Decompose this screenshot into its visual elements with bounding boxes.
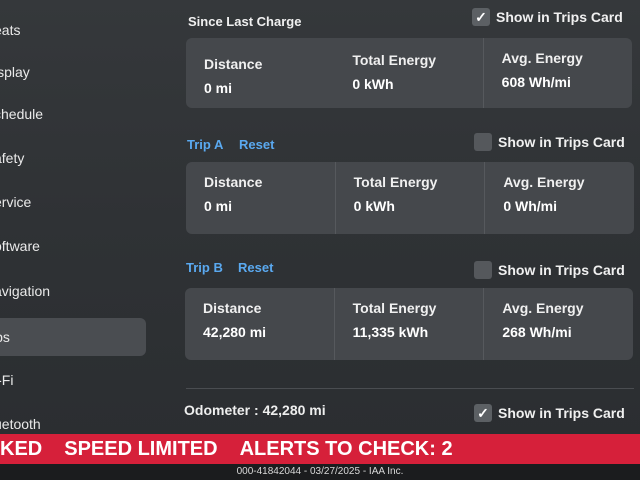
odometer-show-toggle[interactable]: ✓ Show in Trips Card	[474, 404, 625, 422]
alert-banner[interactable]: KED SPEED LIMITED ALERTS TO CHECK: 2	[0, 434, 640, 464]
distance-cell: Distance 0 mi	[186, 38, 334, 108]
watermark-footer: 000-41842044 - 03/27/2025 - IAA Inc.	[0, 464, 640, 480]
divider	[186, 388, 634, 389]
trip-a-panel: Distance 0 mi Total Energy 0 kWh Avg. En…	[186, 162, 634, 234]
since-last-charge-panel: Distance 0 mi Total Energy 0 kWh Avg. En…	[186, 38, 632, 108]
settings-sidebar: eats isplay chedule afety ervice oftware…	[0, 0, 160, 440]
avg-energy-cell: Avg. Energy 608 Wh/mi	[482, 38, 632, 108]
checkbox[interactable]: ✓	[472, 8, 490, 26]
since-last-charge-title: Since Last Charge	[188, 14, 302, 29]
banner-text-speed-limited: SPEED LIMITED	[64, 437, 218, 460]
distance-label: Distance	[204, 56, 263, 72]
trip-a-reset-button[interactable]: Reset	[239, 137, 274, 152]
checkbox[interactable]	[474, 261, 492, 279]
trip-b-show-toggle[interactable]: Show in Trips Card	[474, 261, 625, 279]
sidebar-item-software[interactable]: oftware	[0, 228, 144, 264]
distance-label: Distance	[203, 300, 262, 316]
trip-a-show-toggle[interactable]: Show in Trips Card	[474, 133, 625, 151]
checkbox[interactable]: ✓	[474, 404, 492, 422]
distance-value: 42,280 mi	[203, 324, 267, 340]
total-energy-value: 0 kWh	[353, 198, 395, 214]
distance-label: Distance	[204, 174, 263, 190]
total-energy-label: Total Energy	[352, 52, 437, 68]
total-energy-value: 0 kWh	[352, 76, 394, 92]
trips-screen: eats isplay chedule afety ervice oftware…	[0, 0, 640, 440]
avg-energy-value: 0 Wh/mi	[503, 198, 558, 214]
banner-text-locked: KED	[0, 437, 43, 460]
distance-value: 0 mi	[204, 198, 233, 214]
total-energy-label: Total Energy	[352, 300, 437, 316]
sidebar-item-navigation[interactable]: avigation	[0, 273, 144, 309]
distance-value: 0 mi	[204, 80, 233, 96]
checkmark-icon: ✓	[475, 8, 487, 25]
sidebar-item-service[interactable]: ervice	[0, 184, 144, 220]
avg-energy-cell: Avg. Energy 0 Wh/mi	[484, 162, 634, 234]
avg-energy-value: 268 Wh/mi	[502, 324, 572, 340]
show-in-trips-card-label: Show in Trips Card	[498, 405, 625, 421]
sidebar-item-schedule[interactable]: chedule	[0, 96, 144, 132]
show-in-trips-card-label: Show in Trips Card	[498, 262, 625, 278]
trip-b-panel: Distance 42,280 mi Total Energy 11,335 k…	[185, 288, 633, 360]
total-energy-label: Total Energy	[353, 174, 438, 190]
avg-energy-value: 608 Wh/mi	[501, 74, 571, 90]
trip-b-title: Trip B	[186, 260, 223, 275]
sidebar-item-trips[interactable]: ips	[0, 318, 146, 356]
sidebar-item-safety[interactable]: afety	[0, 140, 144, 176]
banner-text-alerts: ALERTS TO CHECK: 2	[239, 437, 453, 460]
checkmark-icon: ✓	[477, 404, 489, 421]
total-energy-cell: Total Energy 0 kWh	[334, 162, 485, 234]
total-energy-value: 11,335 kWh	[352, 324, 429, 340]
sidebar-item-display[interactable]: isplay	[0, 54, 144, 90]
avg-energy-label: Avg. Energy	[503, 174, 585, 190]
distance-cell: Distance 42,280 mi	[185, 288, 334, 360]
odometer-readout: Odometer : 42,280 mi	[184, 402, 326, 418]
show-in-trips-card-label: Show in Trips Card	[498, 134, 625, 150]
sidebar-item-wifi[interactable]: i-Fi	[0, 362, 144, 398]
distance-cell: Distance 0 mi	[186, 162, 335, 234]
total-energy-cell: Total Energy 0 kWh	[334, 38, 482, 108]
avg-energy-label: Avg. Energy	[502, 300, 584, 316]
avg-energy-label: Avg. Energy	[501, 50, 583, 66]
trip-b-reset-button[interactable]: Reset	[238, 260, 273, 275]
total-energy-cell: Total Energy 11,335 kWh	[333, 288, 484, 360]
sidebar-item-seats[interactable]: eats	[0, 12, 144, 48]
since-last-charge-show-toggle[interactable]: ✓ Show in Trips Card	[472, 8, 623, 26]
checkbox[interactable]	[474, 133, 492, 151]
show-in-trips-card-label: Show in Trips Card	[496, 9, 623, 25]
trip-a-title: Trip A	[187, 137, 224, 152]
avg-energy-cell: Avg. Energy 268 Wh/mi	[483, 288, 633, 360]
